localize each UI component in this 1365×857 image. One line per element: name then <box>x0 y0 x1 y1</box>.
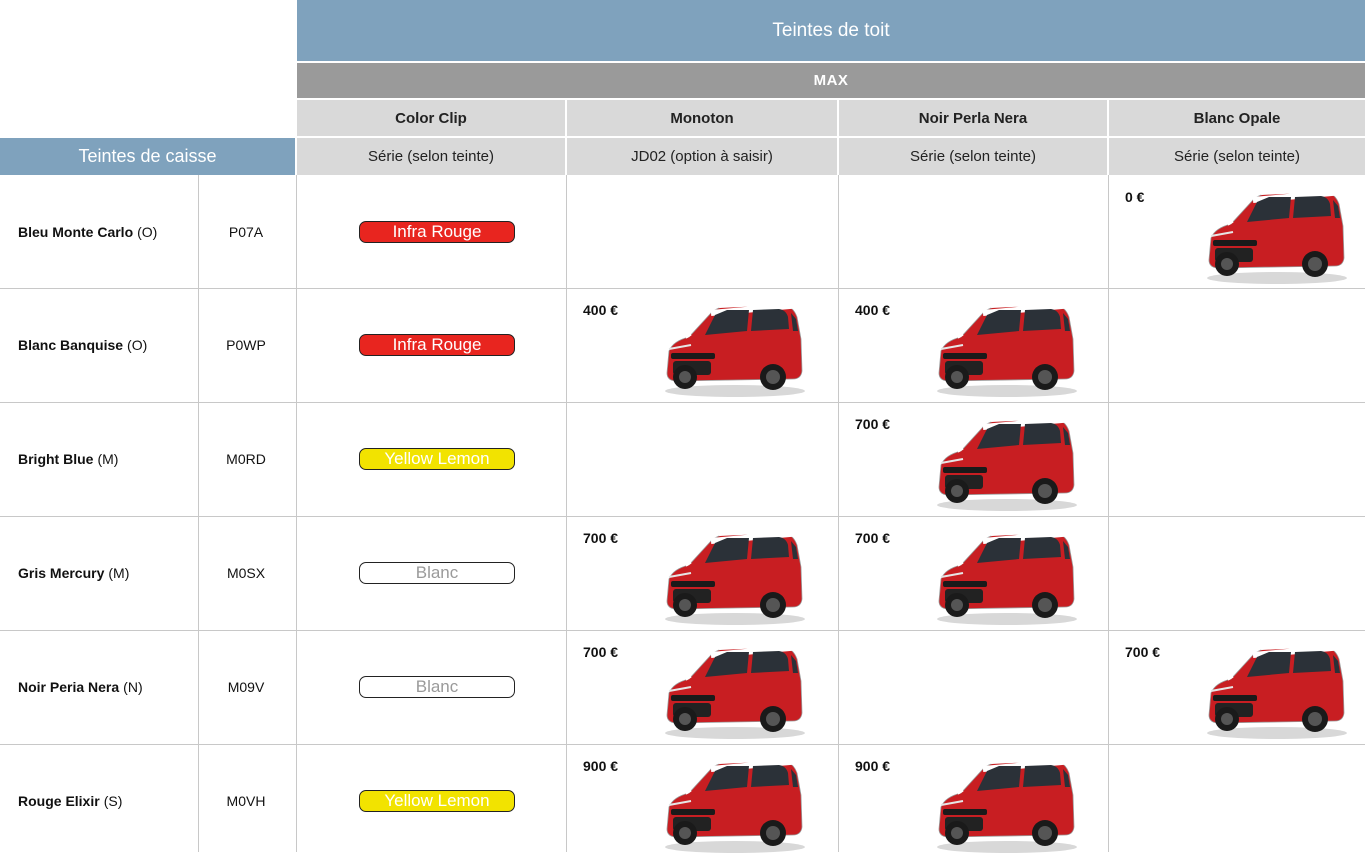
roof-colors-header: Teintes de toit <box>297 0 1365 61</box>
price-monoton: 700 € <box>583 644 619 660</box>
price-noir: 700 € <box>855 530 891 546</box>
column-header-noir-perla-nera: Noir Perla Nera <box>839 100 1107 136</box>
grid-line <box>296 175 297 852</box>
color-type-text: (S) <box>103 793 123 809</box>
price-noir: 900 € <box>855 758 891 774</box>
body-colors-header: Teintes de caisse <box>0 138 295 175</box>
car-image: .body{fill:#f4f4f4;stroke:#9a9a9a;stroke… <box>655 291 805 399</box>
color-clip-badge: Yellow Lemon <box>359 790 515 812</box>
color-name-text: Noir Peria Nera <box>18 679 120 695</box>
car-image: .body{fill:#1c1c1c;stroke:#9a9a9a;stroke… <box>1197 633 1347 741</box>
row-color-code: M0VH <box>226 793 266 809</box>
row-color-code: P07A <box>228 224 264 240</box>
row-color-name: Bright Blue (M) <box>18 403 118 515</box>
color-type-text: (N) <box>123 679 143 695</box>
car-image: .body{fill:#f4f4f4;stroke:#9a9a9a;stroke… <box>927 291 1077 399</box>
column-header-monoton: Monoton <box>567 100 837 136</box>
color-type-text: (M) <box>108 565 130 581</box>
color-type-text: (M) <box>97 451 119 467</box>
row-color-name: Gris Mercury (M) <box>18 517 129 629</box>
serie-blanc-opale: Série (selon teinte) <box>1109 138 1365 175</box>
grid-line <box>566 175 567 852</box>
row-color-code: M0SX <box>226 565 266 581</box>
car-image: .body{fill:#8fb3c7;stroke:#9a9a9a;stroke… <box>1197 178 1347 286</box>
price-noir: 700 € <box>855 416 891 432</box>
color-name-text: Bleu Monte Carlo <box>18 224 134 240</box>
car-image: .body{fill:#1c1c1c;stroke:#9a9a9a;stroke… <box>655 633 805 741</box>
grid-line <box>838 175 839 852</box>
color-clip-badge: Yellow Lemon <box>359 448 515 470</box>
car-image: .body{fill:#8c9096;stroke:#9a9a9a;stroke… <box>655 519 805 627</box>
color-type-text: (O) <box>137 224 158 240</box>
car-image: .body{fill:#8c9096;stroke:#9a9a9a;stroke… <box>927 519 1077 627</box>
serie-color-clip: Série (selon teinte) <box>297 138 565 175</box>
trim-header: MAX <box>297 63 1365 98</box>
color-name-text: Bright Blue <box>18 451 94 467</box>
color-clip-badge: Infra Rouge <box>359 334 515 356</box>
car-image: .body{fill:#c81e22;stroke:#9a9a9a;stroke… <box>927 747 1077 855</box>
color-name-text: Blanc Banquise <box>18 337 124 353</box>
color-clip-badge: Blanc <box>359 676 515 698</box>
serie-monoton: JD02 (option à saisir) <box>567 138 837 175</box>
row-color-name: Rouge Elixir (S) <box>18 745 122 857</box>
grid-line <box>1108 175 1109 852</box>
color-clip-badge: Infra Rouge <box>359 221 515 243</box>
column-header-blanc-opale: Blanc Opale <box>1109 100 1365 136</box>
row-color-name: Blanc Banquise (O) <box>18 289 147 401</box>
price-blanc: 700 € <box>1125 644 1161 660</box>
row-color-code: M09V <box>227 679 265 695</box>
color-type-text: (O) <box>127 337 148 353</box>
price-monoton: 400 € <box>583 302 619 318</box>
car-image: .body{fill:#c81e22;stroke:#9a9a9a;stroke… <box>655 747 805 855</box>
row-color-name: Noir Peria Nera (N) <box>18 631 143 743</box>
row-color-name: Bleu Monte Carlo (O) <box>18 176 157 288</box>
car-image: .body{fill:#1f5fc4;stroke:#9a9a9a;stroke… <box>927 405 1077 513</box>
price-monoton: 700 € <box>583 530 619 546</box>
price-monoton: 900 € <box>583 758 619 774</box>
price-blanc: 0 € <box>1125 189 1145 205</box>
color-name-text: Rouge Elixir <box>18 793 100 809</box>
column-header-color-clip: Color Clip <box>297 100 565 136</box>
row-color-code: M0RD <box>226 451 266 467</box>
price-noir: 400 € <box>855 302 891 318</box>
color-name-text: Gris Mercury <box>18 565 105 581</box>
row-color-code: P0WP <box>226 337 266 353</box>
serie-noir-perla-nera: Série (selon teinte) <box>839 138 1107 175</box>
color-clip-badge: Blanc <box>359 562 515 584</box>
